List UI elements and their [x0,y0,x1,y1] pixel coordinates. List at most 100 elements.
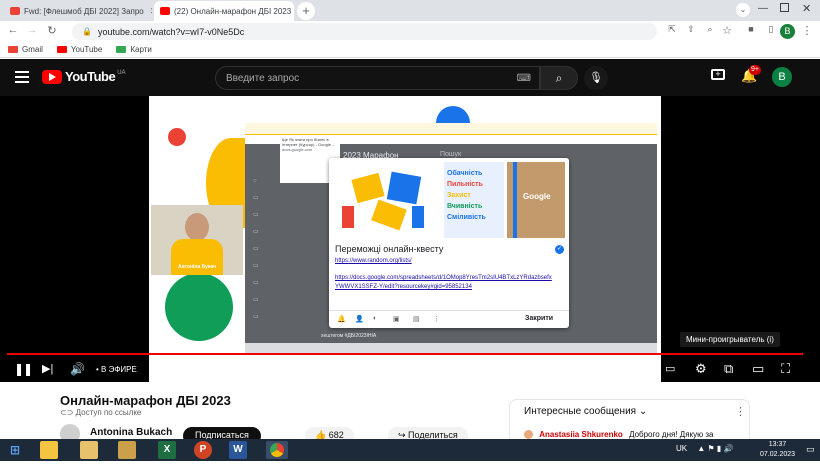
video-title: Онлайн-марафон ДБІ 2023 [60,393,231,408]
archive-icon: ▤ [413,316,420,323]
card-toolbar: 🔔 👤 ◐ ▣ ▤ ⋮ Закрити [329,310,569,328]
notifications-icon[interactable]: ▭ [806,444,815,455]
hashtag-text: хештегом #ДБІ2023ІНІА [321,333,377,339]
gmail-icon [8,46,18,53]
media-player-icon[interactable] [118,441,136,459]
bookmark-label: Карти [130,45,152,54]
zoom-icon[interactable]: ⌕ [703,24,717,35]
decor-circle-green [165,273,233,341]
search-placeholder: Введите запрос [226,72,300,84]
microphone-icon: 🎙 [589,72,603,84]
chat-header-label: Интересные сообщения [524,406,637,417]
close-icon[interactable]: ✕ [144,6,152,17]
bookmark-label: Gmail [22,45,43,54]
keyboard-language[interactable]: UK [676,444,687,453]
close-icon[interactable]: ✕ [291,6,294,17]
values-panel: Обачність Пильність Захист Вчивність Смі… [444,162,504,238]
explorer-folder-icon[interactable] [40,441,58,459]
clock-time: 13:37 [768,441,787,448]
privacy-status: ⊂⊃ Доступ по ссылке [60,408,141,417]
live-badge[interactable]: • В ЭФИРЕ [96,363,137,377]
youtube-logo[interactable]: YouTube UA [42,69,126,84]
install-icon[interactable]: ⇱ [665,24,679,35]
video-info: Онлайн-марафон ДБІ 2023 ⊂⊃ Доступ по ссы… [0,386,820,445]
tray-area: UK ▲ ⚑ ▮ 🔊 [676,444,733,453]
bookmark-star-icon[interactable]: ☆ [720,24,734,37]
clock[interactable]: 13:37 07.02.2023 [760,440,795,460]
notebook-logo-text: Google [523,192,551,201]
menu-kebab-icon[interactable]: ⋮ [800,24,814,37]
bookmark-gmail[interactable]: Gmail [8,45,43,54]
account-avatar[interactable]: B [772,67,792,87]
video-frame: 2023 Марафон Пошук Ще Як знати про бізне… [149,96,661,382]
word-icon[interactable]: W [229,441,247,459]
webcam-overlay: Антоніна Букач [151,205,243,275]
maximize-button[interactable] [780,3,789,12]
forward-arrow-icon[interactable]: → [25,24,39,36]
windows-start-icon[interactable]: ⊞ [6,441,24,459]
voice-search-button[interactable]: 🎙 [584,66,608,90]
chat-message: Anastasiia Shkurenko Доброго дня! Дякую … [524,430,713,440]
lock-icon: 🔒 [82,27,92,36]
chat-more-icon[interactable]: ⋮ [735,405,746,418]
player-controls: ❚❚ ▶| 🔊 • В ЭФИРЕ ▭ ⚙ ⧉ ▭ ⛶ [0,350,820,386]
link-icon: ⊂⊃ [60,408,76,417]
value-line: Пильність [447,181,483,188]
sidepanel-icon[interactable]: ▯ [764,24,778,35]
search-button[interactable]: ⌕ [540,66,578,90]
back-arrow-icon[interactable]: ← [6,24,20,36]
tab-search-icon[interactable]: ⌄ [736,3,750,17]
search-input[interactable]: Введите запрос ⌨ [215,66,540,90]
notebook-image: Google [507,162,565,238]
inner-sidebar: ○ ▭ ▭ ▭ ▭ ▭ ▭ ▭ ▭ [253,178,259,320]
next-icon[interactable]: ▶| [42,362,53,376]
live-chat-panel: Интересные сообщения ⌄ ⋮ Anastasiia Shku… [509,399,750,444]
bookmark-maps[interactable]: Карти [116,45,152,54]
progress-bar[interactable] [7,353,803,355]
url-omnibox[interactable]: 🔒 youtube.com/watch?v=wI7-v0Ne5Dc [72,23,657,40]
file-manager-icon[interactable] [80,441,98,459]
windows-taskbar: ⊞ X P W UK ▲ ⚑ ▮ 🔊 13:37 07.02.2023 ▭ [0,439,820,461]
puzzle-illustration [334,166,439,236]
minimize-button[interactable]: — [758,3,768,14]
youtube-header: YouTube UA Введите запрос ⌨ ⌕ 🎙 + 🔔 9+ B [0,59,820,96]
settings-gear-icon[interactable]: ⚙ [695,362,707,376]
browser-tab-youtube[interactable]: (22) Онлайн-марафон ДБІ 2023 ✕ [154,1,294,21]
profile-avatar[interactable]: B [780,24,795,39]
shared-browser-tabs [245,123,657,135]
search-icon: ⌕ [555,71,563,85]
create-video-icon[interactable]: + [711,69,725,80]
keyboard-icon[interactable]: ⌨ [517,73,531,84]
miniplayer-icon[interactable]: ⧉ [724,362,733,376]
privacy-label: Доступ по ссылке [75,408,142,417]
chat-header[interactable]: Интересные сообщения ⌄ [524,406,647,417]
captions-icon[interactable]: ▭ [665,362,675,376]
new-tab-button[interactable]: + [297,2,315,20]
browser-tab-strip: Fwd: [Флешмоб ДБІ 2022] Запро ✕ (22) Онл… [0,0,820,21]
region-code: UA [117,69,126,76]
value-line: Захист [447,192,471,199]
video-player[interactable]: 2023 Марафон Пошук Ще Як знати про бізне… [0,96,820,382]
volume-icon[interactable]: 🔊 [70,362,85,376]
close-window-button[interactable]: ✕ [802,2,811,15]
fullscreen-icon[interactable]: ⛶ [781,362,790,376]
browser-tab-gmail[interactable]: Fwd: [Флешмоб ДБІ 2022] Запро ✕ [4,1,152,21]
card-link2: https://docs.google.com/spreadsheets/d/1… [335,275,552,290]
powerpoint-icon[interactable]: P [194,441,212,459]
excel-icon[interactable]: X [158,441,176,459]
theater-mode-icon[interactable]: ▭ [752,362,764,376]
palette-icon: ◐ [373,315,378,322]
extensions-icon[interactable]: ■ [744,24,758,34]
bookmarks-bar: Gmail YouTube Карти [0,42,820,58]
channel-name[interactable]: Antonina Bukach [90,427,172,438]
share-icon[interactable]: ⇪ [684,24,698,35]
hamburger-menu-icon[interactable] [15,71,29,83]
chrome-icon[interactable] [266,441,288,459]
value-line: Вчивність [447,203,483,210]
maps-icon [116,46,127,53]
card-title: Переможці онлайн-квесту [335,244,444,254]
pause-icon[interactable]: ❚❚ [14,362,33,376]
inner-search: Пошук [440,151,462,158]
bookmark-youtube[interactable]: YouTube [56,45,102,54]
reload-icon[interactable]: ↻ [45,24,59,37]
